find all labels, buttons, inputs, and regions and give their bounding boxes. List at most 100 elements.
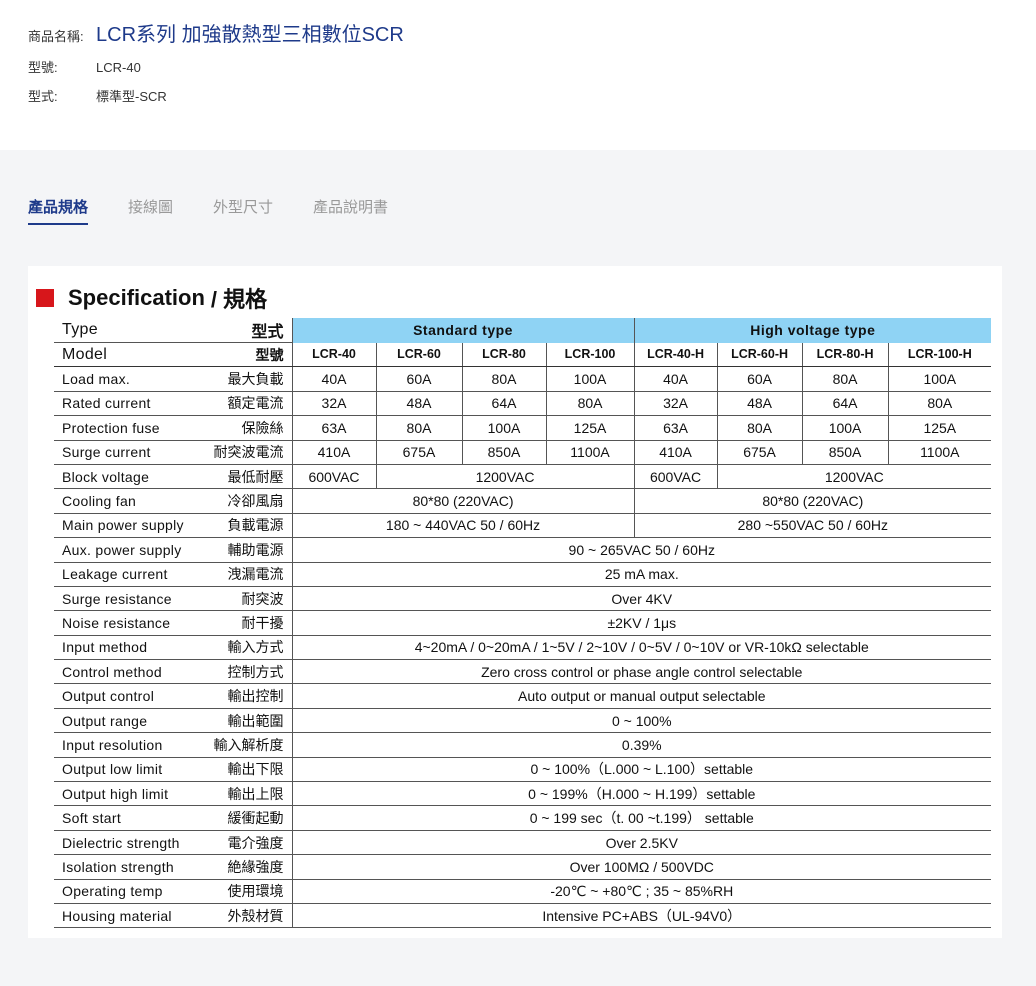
spec-label-en: Aux. power supply	[54, 537, 204, 563]
spec-value-cell: Over 100MΩ / 500VDC	[292, 854, 992, 880]
spec-value-cell: 675A	[376, 440, 463, 465]
model-cell: LCR-80-H	[802, 342, 889, 368]
spec-value-cell: 64A	[802, 391, 889, 417]
model-cell: LCR-80	[462, 342, 547, 368]
spec-row: Load max. 最大負載 40A 60A 80A 100A 40A 60A 80A 100A	[54, 366, 992, 392]
model-cell: LCR-60	[376, 342, 463, 368]
spec-label-en: Input resolution	[54, 732, 204, 758]
spec-label-en: Input method	[54, 635, 204, 661]
spec-value-cell: 63A	[292, 415, 377, 441]
spec-heading: Specification / 規格	[36, 282, 267, 314]
product-tabs: 產品規格 接線圖 外型尺寸 產品說明書	[28, 196, 428, 225]
spec-label-en: Surge resistance	[54, 586, 204, 612]
spec-value-cell: 850A	[462, 440, 547, 465]
spec-row: Noise resistance 耐干擾 ±2KV / 1μs	[54, 610, 992, 636]
spec-row: Output high limit 輸出上限 0 ~ 199%（H.000 ~ H.…	[54, 781, 992, 807]
spec-value-cell: 64A	[462, 391, 547, 417]
red-square-icon	[36, 289, 54, 307]
spec-row: Aux. power supply 輔助電源 90 ~ 265VAC 50 / 60…	[54, 537, 992, 563]
spec-value-cell: 80*80 (220VAC)	[634, 488, 992, 514]
spec-label-zh: 最低耐壓	[204, 464, 293, 490]
spec-value-cell: 60A	[376, 366, 463, 392]
spec-value-cell: Zero cross control or phase angle contro…	[292, 659, 992, 685]
spec-value-cell: 48A	[717, 391, 803, 417]
spec-value-cell: 80A	[462, 366, 547, 392]
type-row: 型式: 標準型-SCR	[28, 86, 167, 105]
spec-value-cell: 600VAC	[634, 464, 718, 490]
spec-row: Cooling fan 冷卻風扇 80*80 (220VAC) 80*80 (220V…	[54, 488, 992, 514]
spec-value-cell: 0 ~ 100%	[292, 708, 992, 734]
type-label-en: Type	[54, 318, 204, 343]
spec-value-cell: 40A	[292, 366, 377, 392]
tab-manual[interactable]: 產品說明書	[313, 196, 388, 225]
model-cell: LCR-40-H	[634, 342, 718, 368]
spec-label-en: Output high limit	[54, 781, 204, 807]
spec-value-cell: 100A	[802, 415, 889, 441]
spec-label-en: Leakage current	[54, 562, 204, 587]
spec-label-en: Main power supply	[54, 513, 204, 539]
spec-card: Specification / 規格 Type 型式 Standard type…	[28, 266, 1002, 938]
spec-title-en: Specification	[68, 285, 205, 310]
spec-label-en: Isolation strength	[54, 854, 204, 880]
spec-table: Type 型式 Standard type High voltage type …	[54, 318, 992, 929]
spec-row: Block voltage 最低耐壓 600VAC 1200VAC 600VAC 1200…	[54, 464, 992, 490]
type-header-row: Type 型式 Standard type High voltage type	[54, 318, 992, 343]
tab-specifications[interactable]: 產品規格	[28, 196, 89, 225]
spec-value-cell: 100A	[546, 366, 635, 392]
spec-row: Control method 控制方式 Zero cross control or …	[54, 659, 992, 685]
spec-label-zh: 冷卻風扇	[204, 488, 293, 514]
spec-value-cell: 125A	[888, 415, 992, 441]
tab-wiring-diagram[interactable]: 接線圖	[128, 196, 173, 225]
spec-value-cell: 80A	[717, 415, 803, 441]
spec-label-en: Output low limit	[54, 757, 204, 783]
spec-label-en: Soft start	[54, 805, 204, 831]
spec-row: Dielectric strength 電介強度 Over 2.5KV	[54, 830, 992, 856]
spec-label-en: Housing material	[54, 903, 204, 929]
spec-label-zh: 緩衝起動	[204, 805, 293, 831]
spec-value-cell: 600VAC	[292, 464, 377, 490]
spec-value-cell: 25 mA max.	[292, 562, 992, 587]
tab-dimensions[interactable]: 外型尺寸	[213, 196, 273, 225]
spec-row: Protection fuse 保險絲 63A 80A 100A 125A 63A 80A 10…	[54, 415, 992, 441]
spec-value-cell: 410A	[292, 440, 377, 465]
spec-value-cell: Over 2.5KV	[292, 830, 992, 856]
spec-value-cell: 125A	[546, 415, 635, 441]
spec-value-cell: 0.39%	[292, 732, 992, 758]
spec-row: Output control 輸出控制 Auto output or manual …	[54, 683, 992, 709]
model-value: LCR-40	[96, 60, 141, 75]
spec-value-cell: ±2KV / 1μs	[292, 610, 992, 636]
spec-value-cell: 32A	[634, 391, 718, 417]
product-info-panel: 商品名稱: LCR系列 加強散熱型三相數位SCR 型號: LCR-40 型式: …	[0, 0, 1036, 150]
spec-value-cell: 0 ~ 199%（H.000 ~ H.199）settable	[292, 781, 992, 807]
spec-label-zh: 額定電流	[204, 391, 293, 417]
spec-value-cell: -20℃ ~ +80℃ ; 35 ~ 85%RH	[292, 879, 992, 904]
spec-label-zh: 耐突波電流	[204, 440, 293, 465]
spec-label-en: Output control	[54, 683, 204, 709]
spec-label-zh: 負載電源	[204, 513, 293, 539]
spec-row: Leakage current 洩漏電流 25 mA max.	[54, 562, 992, 587]
spec-value-cell: 80A	[376, 415, 463, 441]
spec-row: Operating temp 使用環境 -20℃ ~ +80℃ ; 35 ~ 85%…	[54, 879, 992, 904]
spec-label-zh: 耐干擾	[204, 610, 293, 636]
spec-value-cell: 1200VAC	[717, 464, 992, 490]
spec-label-en: Noise resistance	[54, 610, 204, 636]
spec-label-zh: 輸出下限	[204, 757, 293, 783]
type-label: 型式:	[28, 89, 58, 104]
spec-label-en: Dielectric strength	[54, 830, 204, 856]
spec-label-zh: 輸入方式	[204, 635, 293, 661]
spec-row: Isolation strength 絶緣強度 Over 100MΩ / 500VD…	[54, 854, 992, 880]
model-label: 型號:	[28, 60, 58, 75]
model-cell: LCR-60-H	[717, 342, 803, 368]
spec-value-cell: 60A	[717, 366, 803, 392]
spec-label-zh: 絶緣強度	[204, 854, 293, 880]
product-name-row: 商品名稱: LCR系列 加強散熱型三相數位SCR	[28, 18, 404, 47]
spec-value-cell: 80A	[888, 391, 992, 417]
model-row: 型號: LCR-40	[28, 57, 141, 76]
spec-label-zh: 洩漏電流	[204, 562, 293, 587]
standard-type-header: Standard type	[292, 318, 635, 343]
spec-label-zh: 使用環境	[204, 879, 293, 904]
model-cell: LCR-100	[546, 342, 635, 368]
spec-value-cell: 32A	[292, 391, 377, 417]
spec-value-cell: 80A	[546, 391, 635, 417]
spec-title-zh: / 規格	[210, 287, 268, 312]
